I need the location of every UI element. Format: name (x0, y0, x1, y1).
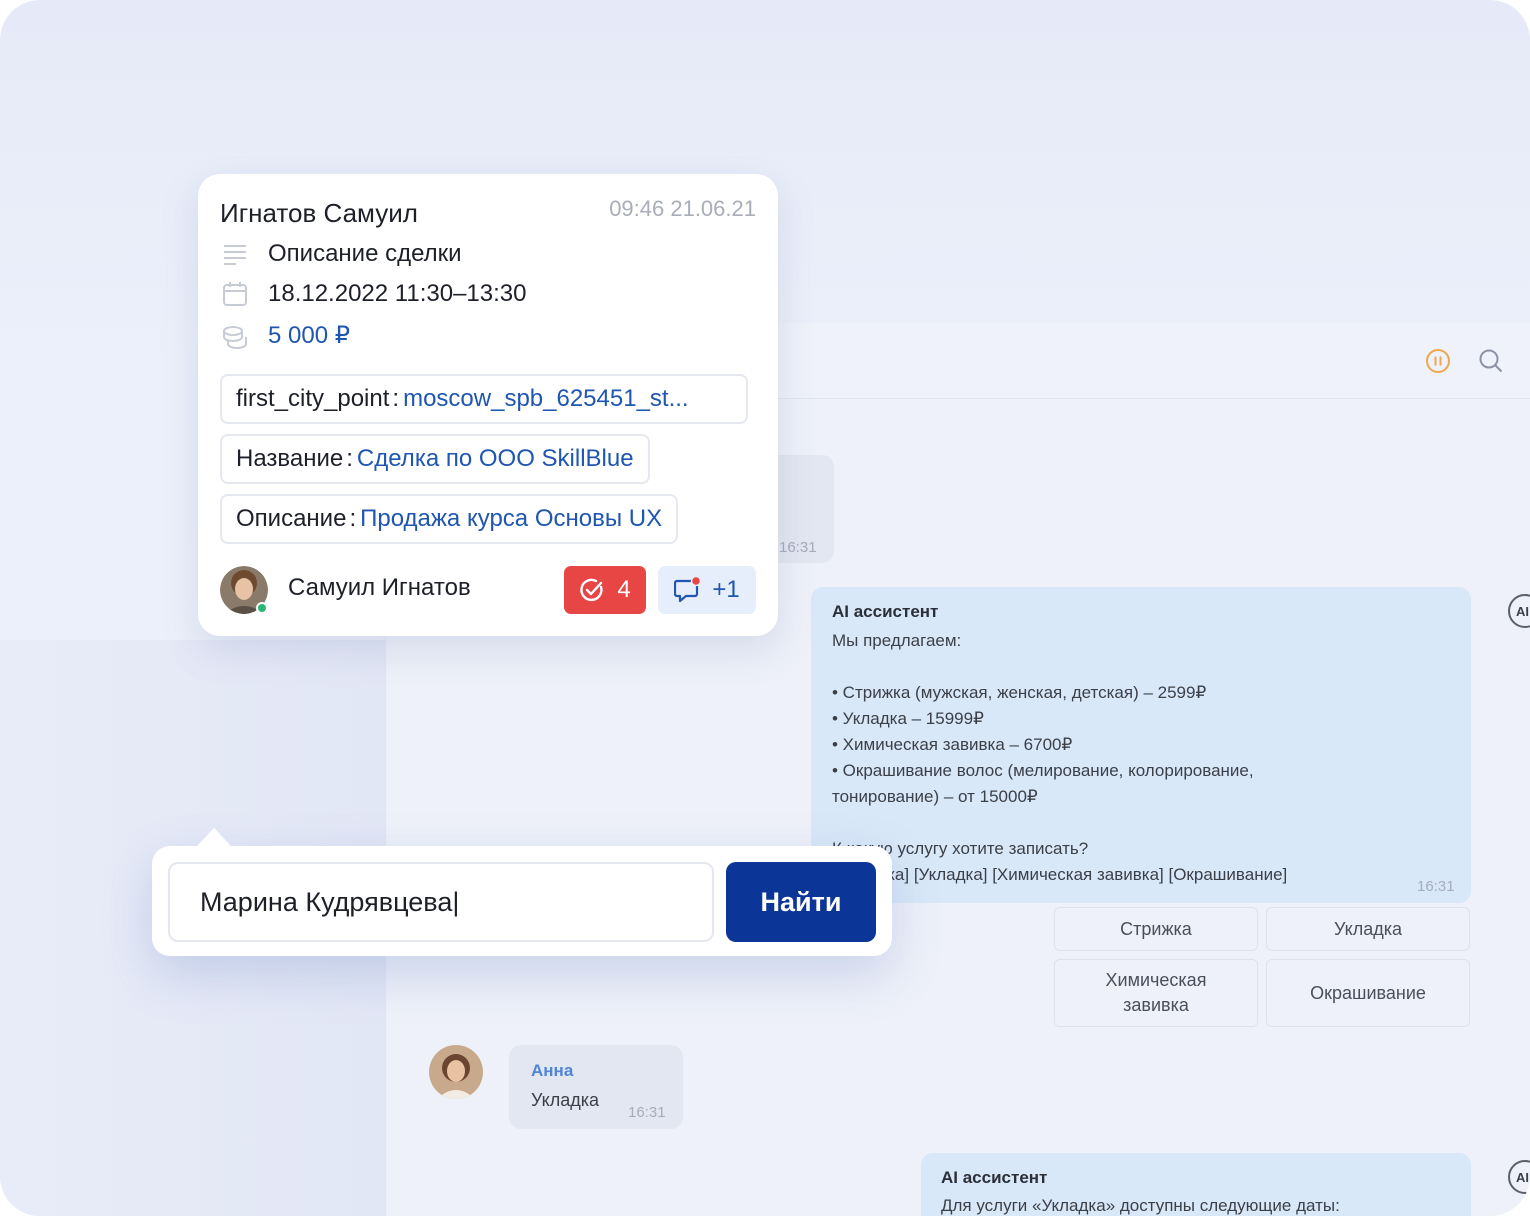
ai-avatar-badge: AI (1508, 594, 1530, 628)
deal-field-value: moscow_spb_625451_st... (403, 385, 689, 412)
message-text: Укладка (531, 1090, 600, 1110)
tasks-badge[interactable]: 4 (564, 566, 646, 614)
deal-amount-row: 5 000 ₽ (222, 321, 350, 350)
find-button[interactable]: Найти (726, 862, 876, 942)
deal-field-key: first_city_point (236, 385, 390, 412)
ai-avatar-badge: AI (1508, 1160, 1530, 1194)
deal-field-chip[interactable]: Описание: Продажа курса Основы UX (220, 494, 679, 544)
quick-reply-button[interactable]: Окрашивание (1266, 959, 1470, 1027)
deal-field-chip[interactable]: first_city_point: moscow_spb_625451_st... (220, 374, 748, 424)
tasks-count: 4 (617, 576, 631, 603)
calendar-icon (223, 282, 247, 306)
user-avatar (429, 1045, 483, 1099)
deal-field-key: Описание (236, 505, 347, 532)
comment-icon (674, 576, 702, 603)
message-time: 16:31 (1417, 878, 1455, 895)
deal-contact-name: Игнатов Самуил (220, 198, 418, 228)
contact-search-input[interactable] (168, 862, 714, 942)
deal-field-chip[interactable]: Название: Сделка по ООО SkillBlue (220, 434, 650, 484)
app-frame: 16:31 AI ассистент Мы предлагаем: • Стри… (0, 0, 1530, 1216)
coins-icon (223, 325, 247, 349)
search-icon[interactable] (1478, 348, 1504, 374)
deal-description-label: Описание сделки (268, 240, 462, 267)
deal-datetime: 09:46 21.06.21 (609, 196, 756, 221)
ai-message-text: Мы предлагаем: • Стрижка (мужская, женск… (832, 631, 1288, 884)
owner-avatar (220, 566, 268, 614)
deal-field-key: Название (236, 445, 344, 472)
message-author: Анна (531, 1061, 574, 1080)
message-time: 16:31 (779, 539, 817, 556)
ai-message-text: Для услуги «Укладка» доступны следующие … (941, 1196, 1340, 1215)
text-lines-icon (224, 245, 246, 265)
deal-owner-name: Самуил Игнатов (288, 574, 471, 601)
deal-description-row: Описание сделки (222, 240, 462, 268)
deal-card[interactable]: Игнатов Самуил 09:46 21.06.21 Описание с… (198, 174, 778, 636)
quick-reply-button[interactable]: Химическая завивка (1054, 959, 1258, 1027)
quick-reply-button[interactable]: Стрижка (1054, 907, 1258, 951)
message-time: 16:31 (628, 1104, 666, 1121)
comments-badge[interactable]: +1 (658, 566, 756, 614)
comments-count: +1 (712, 576, 740, 603)
deal-field-value: Сделка по ООО SkillBlue (356, 445, 634, 472)
pause-icon[interactable] (1425, 348, 1451, 374)
deal-field-value: Продажа курса Основы UX (360, 505, 663, 532)
deal-period-row: 18.12.2022 11:30–13:30 (222, 280, 526, 308)
deal-amount: 5 000 ₽ (268, 322, 350, 349)
online-status-dot (256, 602, 268, 614)
contact-search-popup: Найти (152, 828, 892, 956)
check-circle-icon (580, 578, 603, 602)
quick-reply-button[interactable]: Укладка (1266, 907, 1470, 951)
ai-author: AI ассистент (832, 602, 939, 621)
popup-caret (196, 828, 232, 847)
ai-author: AI ассистент (941, 1168, 1048, 1187)
deal-period: 18.12.2022 11:30–13:30 (268, 280, 527, 307)
